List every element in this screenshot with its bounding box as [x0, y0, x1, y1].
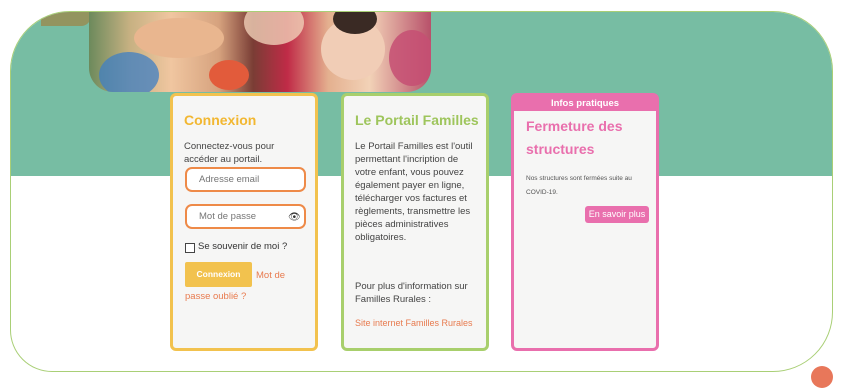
login-card: Connexion Connectez-vous pour accéder au…: [170, 93, 318, 351]
portail-description-line: règlements, transmettre les: [355, 206, 471, 217]
remember-label: Se souvenir de moi ?: [198, 241, 288, 252]
portail-description-line: permettant l'incription de: [355, 154, 459, 165]
more-info-line: Familles Rurales :: [355, 294, 432, 305]
login-title: Connexion: [184, 112, 257, 128]
more-info-line: Pour plus d'information sur: [355, 281, 468, 292]
portail-more-info: Pour plus d'information sur Familles Rur…: [355, 280, 480, 306]
portail-card: Le Portail Familles Le Portail Familles …: [341, 93, 489, 351]
familles-rurales-link[interactable]: Site internet Familles Rurales: [355, 318, 473, 328]
infos-text-line: COVID-19.: [526, 189, 558, 196]
decorative-corner-image: [41, 12, 91, 26]
portail-description-line: pièces administratives: [355, 219, 449, 230]
infos-text: Nos structures sont fermées suite au COV…: [526, 172, 656, 200]
email-field[interactable]: [185, 167, 306, 192]
scroll-top-button[interactable]: [811, 366, 833, 388]
forgot-password-link-line1[interactable]: Mot de: [256, 270, 285, 281]
infos-text-line: Nos structures sont fermées suite au: [526, 175, 632, 182]
infos-card: Infos pratiques Fermeture des structures…: [511, 93, 659, 351]
portail-description-line: obligatoires.: [355, 232, 407, 243]
portail-description: Le Portail Familles est l'outil permetta…: [355, 140, 480, 244]
learn-more-button[interactable]: En savoir plus: [585, 206, 649, 223]
portail-description-line: télécharger vos factures et: [355, 193, 467, 204]
hero-photo: [89, 12, 431, 92]
portail-description-line: également payer en ligne,: [355, 180, 465, 191]
remember-checkbox[interactable]: [185, 243, 195, 253]
portail-description-line: votre enfant, vous pouvez: [355, 167, 464, 178]
infos-title: Fermeture des structures: [526, 118, 623, 157]
portail-title: Le Portail Familles: [355, 112, 479, 128]
eye-icon[interactable]: 👁: [288, 212, 301, 223]
infos-header: Infos pratiques: [514, 96, 656, 111]
portail-description-line: Le Portail Familles est l'outil: [355, 141, 473, 152]
login-intro: Connectez-vous pour accéder au portail.: [184, 141, 275, 165]
login-button[interactable]: Connexion: [185, 262, 252, 287]
forgot-password-link-line2[interactable]: passe oublié ?: [185, 291, 246, 302]
